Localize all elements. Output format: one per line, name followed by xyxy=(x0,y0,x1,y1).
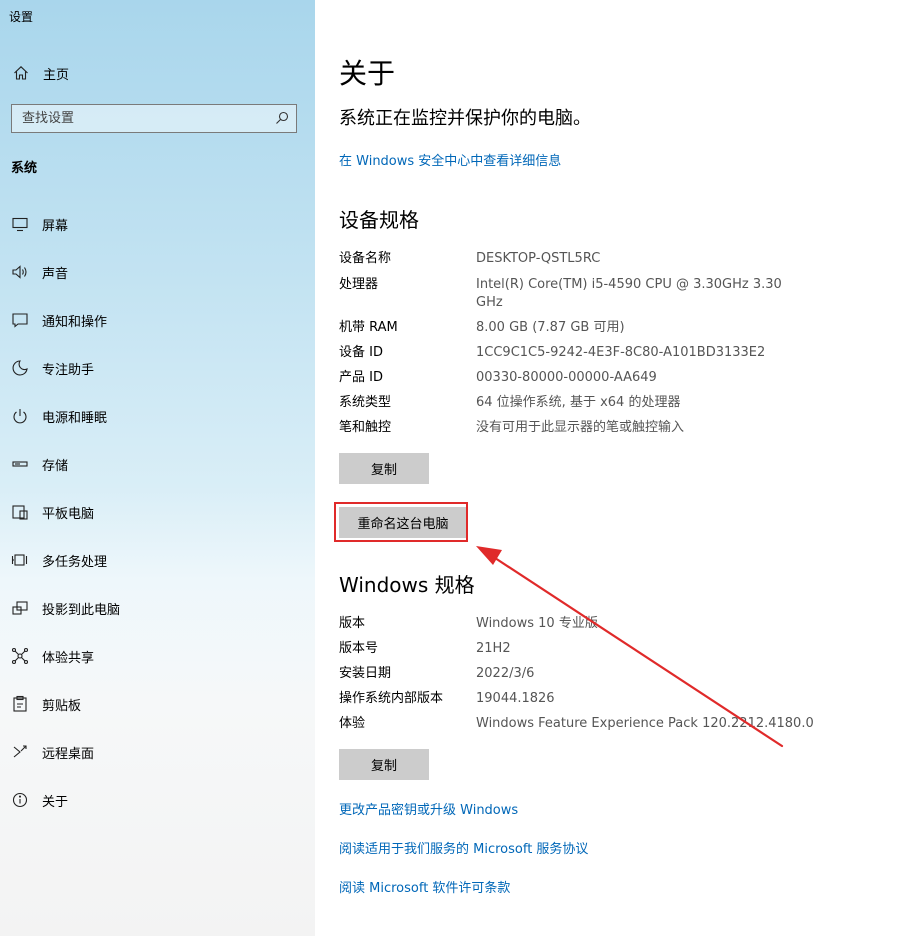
sidebar-item-label: 声音 xyxy=(42,266,69,282)
spec-key: 版本 xyxy=(339,616,366,631)
spec-value: 没有可用于此显示器的笔或触控输入 xyxy=(476,420,685,435)
section-label-system: 系统 xyxy=(11,161,38,176)
spec-key: 体验 xyxy=(339,716,366,731)
microsoft-services-agreement-link[interactable]: 阅读适用于我们服务的 Microsoft 服务协议 xyxy=(339,838,588,857)
search-icon[interactable] xyxy=(274,110,290,126)
home-label: 主页 xyxy=(43,67,70,83)
tablet-icon xyxy=(10,502,30,522)
home-icon xyxy=(11,63,31,83)
spec-key: 机带 RAM xyxy=(339,320,398,335)
sidebar-item-display[interactable]: 屏幕 xyxy=(10,212,300,236)
spec-value: Windows 10 专业版 xyxy=(476,616,598,631)
storage-icon xyxy=(10,454,30,474)
spec-key: 处理器 xyxy=(339,277,379,292)
sound-icon xyxy=(10,262,30,282)
power-icon xyxy=(10,406,30,426)
sidebar-item-label: 多任务处理 xyxy=(42,554,108,570)
sidebar-item-label: 关于 xyxy=(42,794,69,810)
spec-key: 设备名称 xyxy=(339,251,392,266)
sidebar-item-label: 电源和睡眠 xyxy=(42,410,108,426)
spec-key: 笔和触控 xyxy=(339,420,392,435)
search-box[interactable] xyxy=(11,104,297,133)
notification-icon xyxy=(10,310,30,330)
spec-value: 21H2 xyxy=(476,641,511,656)
spec-value: 64 位操作系统, 基于 x64 的处理器 xyxy=(476,395,681,410)
spec-value: 19044.1826 xyxy=(476,691,555,706)
copy-windows-specs-button[interactable]: 复制 xyxy=(339,749,429,780)
security-center-link[interactable]: 在 Windows 安全中心中查看详细信息 xyxy=(339,150,561,169)
copy-device-specs-button[interactable]: 复制 xyxy=(339,453,429,484)
search-input[interactable] xyxy=(12,105,272,132)
sidebar-item-label: 体验共享 xyxy=(42,650,95,666)
main-content: 关于 系统正在监控并保护你的电脑。 在 Windows 安全中心中查看详细信息 … xyxy=(315,0,921,936)
sidebar-item-remote-desktop[interactable]: 远程桌面 xyxy=(10,740,300,764)
info-icon xyxy=(10,790,30,810)
spec-value: 8.00 GB (7.87 GB 可用) xyxy=(476,320,625,335)
sidebar-item-about[interactable]: 关于 xyxy=(10,788,300,812)
spec-key: 版本号 xyxy=(339,641,379,656)
sidebar-item-label: 剪贴板 xyxy=(42,698,82,714)
rename-highlight-box xyxy=(334,502,468,542)
spec-key: 设备 ID xyxy=(339,345,383,360)
sidebar-item-label: 通知和操作 xyxy=(42,314,108,330)
spec-value: 2022/3/6 xyxy=(476,666,535,681)
page-title: 关于 xyxy=(339,57,396,90)
windows-specs-heading: Windows 规格 xyxy=(339,573,475,597)
change-product-key-link[interactable]: 更改产品密钥或升级 Windows xyxy=(339,799,518,818)
spec-value: 00330-80000-00000-AA649 xyxy=(476,370,657,385)
spec-value: 1CC9C1C5-9242-4E3F-8C80-A101BD3133E2 xyxy=(476,345,766,360)
sidebar-item-sound[interactable]: 声音 xyxy=(10,260,300,284)
sidebar-item-label: 远程桌面 xyxy=(42,746,95,762)
software-license-terms-link[interactable]: 阅读 Microsoft 软件许可条款 xyxy=(339,877,510,896)
moon-icon xyxy=(10,358,30,378)
spec-value: DESKTOP-QSTL5RC xyxy=(476,251,601,266)
sidebar-item-storage[interactable]: 存储 xyxy=(10,452,300,476)
sidebar-item-tablet[interactable]: 平板电脑 xyxy=(10,500,300,524)
share-icon xyxy=(10,646,30,666)
sidebar-item-label: 平板电脑 xyxy=(42,506,95,522)
sidebar-item-label: 专注助手 xyxy=(42,362,95,378)
spec-key: 操作系统内部版本 xyxy=(339,691,444,706)
sidebar-item-clipboard[interactable]: 剪贴板 xyxy=(10,692,300,716)
spec-key: 产品 ID xyxy=(339,370,383,385)
sidebar-item-shared-experiences[interactable]: 体验共享 xyxy=(10,644,300,668)
sidebar: 设置 主页 系统 屏幕 声音 通知和操作 xyxy=(0,0,315,936)
remote-desktop-icon xyxy=(10,742,30,762)
sidebar-item-notifications[interactable]: 通知和操作 xyxy=(10,308,300,332)
display-icon xyxy=(10,214,30,234)
project-icon xyxy=(10,598,30,618)
spec-value: Intel(R) Core(TM) i5-4590 CPU @ 3.30GHz … xyxy=(476,277,782,310)
spec-key: 安装日期 xyxy=(339,666,392,681)
clipboard-icon xyxy=(10,694,30,714)
sidebar-item-label: 存储 xyxy=(42,458,69,474)
sidebar-item-multitasking[interactable]: 多任务处理 xyxy=(10,548,300,572)
sidebar-item-focus-assist[interactable]: 专注助手 xyxy=(10,356,300,380)
sidebar-item-label: 屏幕 xyxy=(42,218,69,234)
window-title: 设置 xyxy=(9,10,34,24)
multitask-icon xyxy=(10,550,30,570)
spec-value: Windows Feature Experience Pack 120.2212… xyxy=(476,716,814,731)
protection-status: 系统正在监控并保护你的电脑。 xyxy=(339,108,591,129)
home-nav-item[interactable]: 主页 xyxy=(11,62,69,84)
spec-key: 系统类型 xyxy=(339,395,392,410)
sidebar-item-project[interactable]: 投影到此电脑 xyxy=(10,596,300,620)
sidebar-item-power-sleep[interactable]: 电源和睡眠 xyxy=(10,404,300,428)
device-specs-heading: 设备规格 xyxy=(339,208,419,232)
sidebar-item-label: 投影到此电脑 xyxy=(42,602,121,618)
